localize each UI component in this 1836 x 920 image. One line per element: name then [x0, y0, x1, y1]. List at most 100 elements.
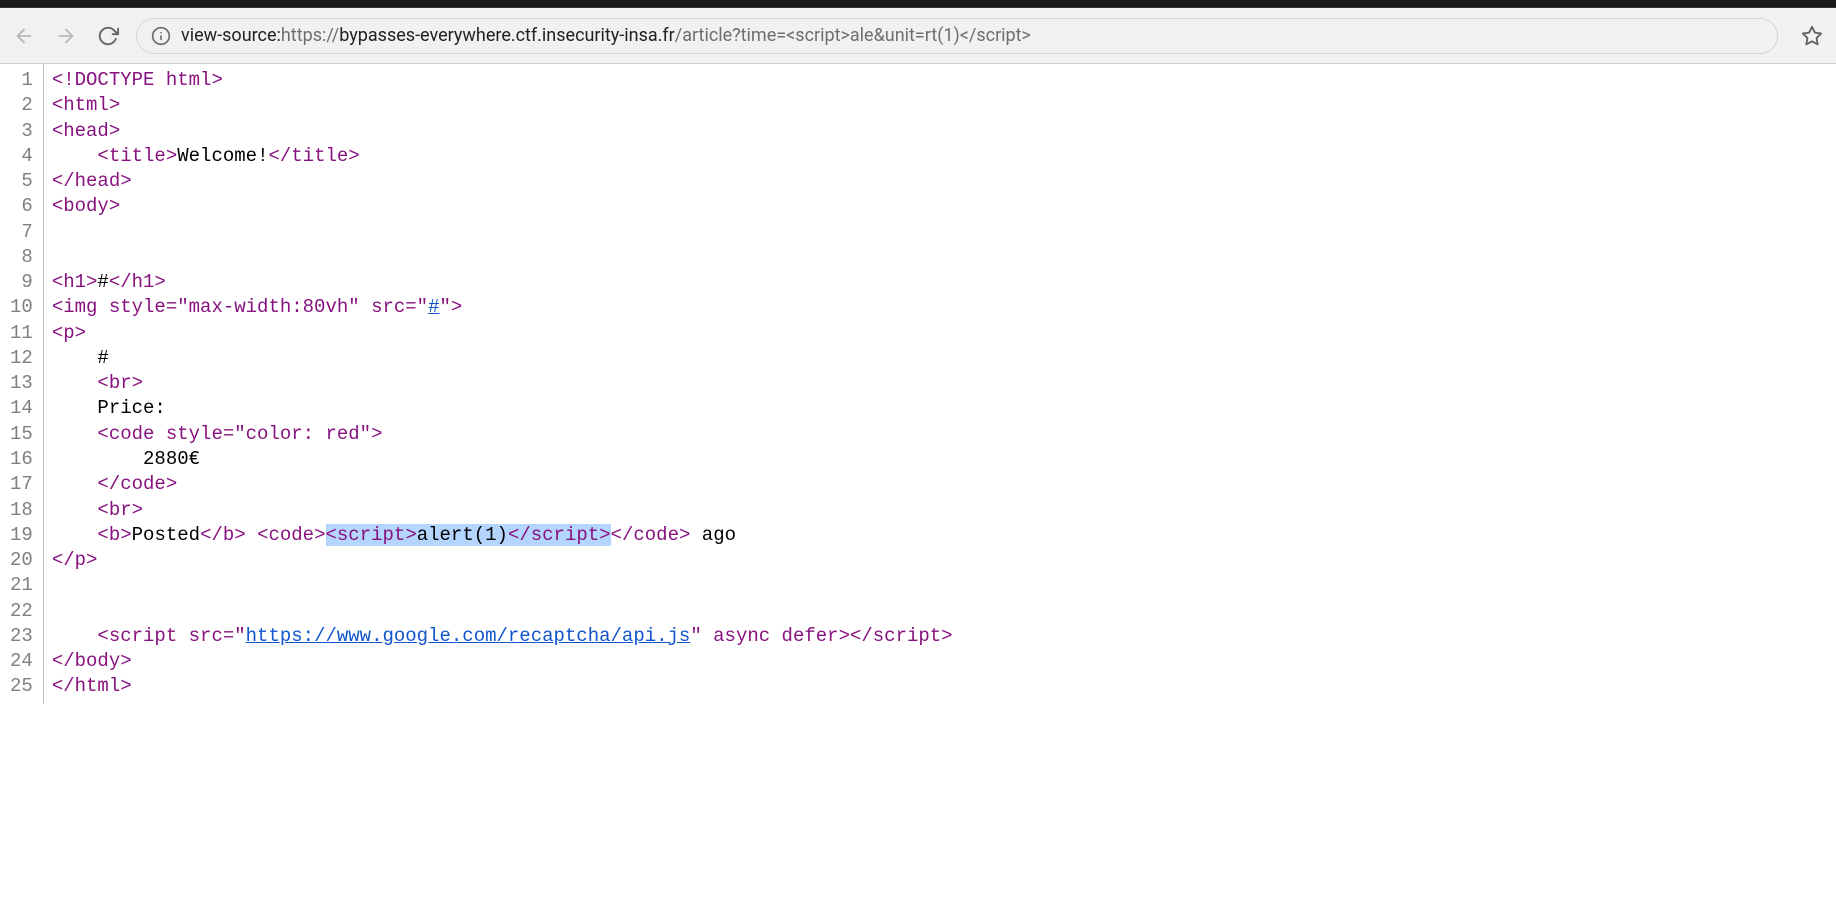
token: <html> — [52, 94, 120, 116]
token: <body> — [52, 195, 120, 217]
token: </body> — [52, 650, 132, 672]
source-line: <code style="color: red"> — [52, 422, 953, 447]
forward-button[interactable] — [52, 22, 80, 50]
token: # — [97, 271, 108, 293]
url-prefix: view-source: — [181, 25, 281, 46]
source-line: </code> — [52, 472, 953, 497]
source-line: <body> — [52, 194, 953, 219]
token: <br> — [97, 499, 143, 521]
token: </b> — [200, 524, 246, 546]
token — [246, 524, 257, 546]
arrow-right-icon — [55, 25, 77, 47]
url-bar[interactable]: view-source:https://bypasses-everywhere.… — [136, 18, 1778, 54]
token: https://www.google.com/recaptcha/api.js — [246, 625, 691, 647]
token — [52, 423, 98, 445]
source-line: <title>Welcome!</title> — [52, 144, 953, 169]
token: </p> — [52, 549, 98, 571]
token: <b> — [97, 524, 131, 546]
line-number: 10 — [10, 295, 37, 320]
line-number-gutter: 1234567891011121314151617181920212223242… — [0, 64, 44, 704]
line-number: 18 — [10, 498, 37, 523]
token: </script> — [508, 524, 611, 546]
browser-toolbar: view-source:https://bypasses-everywhere.… — [0, 8, 1836, 64]
line-number: 15 — [10, 422, 37, 447]
line-number: 5 — [10, 169, 37, 194]
token: " async defer></script> — [690, 625, 952, 647]
token: <script src=" — [97, 625, 245, 647]
line-number: 14 — [10, 396, 37, 421]
line-number: 22 — [10, 599, 37, 624]
token — [52, 499, 98, 521]
line-number: 6 — [10, 194, 37, 219]
line-number: 1 — [10, 68, 37, 93]
source-line: <br> — [52, 498, 953, 523]
source-line: <img style="max-width:80vh" src="#"> — [52, 295, 953, 320]
token: Price: — [52, 397, 166, 419]
source-line: <h1>#</h1> — [52, 270, 953, 295]
source-line: <html> — [52, 93, 953, 118]
token — [52, 372, 98, 394]
token: <title> — [97, 145, 177, 167]
token: # — [52, 347, 109, 369]
source-line — [52, 573, 953, 598]
source-line: <br> — [52, 371, 953, 396]
arrow-left-icon — [13, 25, 35, 47]
token: ago — [690, 524, 736, 546]
token: <!DOCTYPE html> — [52, 69, 223, 91]
line-number: 24 — [10, 649, 37, 674]
token: <h1> — [52, 271, 98, 293]
line-number: 16 — [10, 447, 37, 472]
token: </html> — [52, 675, 132, 697]
token: alert(1) — [417, 524, 508, 546]
token: <img style="max-width:80vh" src=" — [52, 296, 428, 318]
token: # — [428, 296, 439, 318]
line-number: 9 — [10, 270, 37, 295]
token: </title> — [268, 145, 359, 167]
line-number: 21 — [10, 573, 37, 598]
tab-strip — [0, 0, 1836, 8]
token: Posted — [132, 524, 200, 546]
source-line — [52, 245, 953, 270]
token: </code> — [611, 524, 691, 546]
token: "> — [439, 296, 462, 318]
token — [52, 625, 98, 647]
line-number: 20 — [10, 548, 37, 573]
line-number: 12 — [10, 346, 37, 371]
line-number: 11 — [10, 321, 37, 346]
token: <br> — [97, 372, 143, 394]
token: </h1> — [109, 271, 166, 293]
line-number: 25 — [10, 674, 37, 699]
source-content[interactable]: <!DOCTYPE html> <html> <head> <title>Welco… — [44, 64, 961, 704]
token — [52, 145, 98, 167]
url-text: view-source:https://bypasses-everywhere.… — [181, 25, 1031, 46]
token — [52, 473, 98, 495]
url-host: bypasses-everywhere.ctf.insecurity-insa.… — [339, 25, 675, 46]
token: </head> — [52, 170, 132, 192]
source-line: </html> — [52, 674, 953, 699]
info-icon[interactable] — [151, 26, 171, 46]
reload-icon — [97, 25, 119, 47]
line-number: 17 — [10, 472, 37, 497]
line-number: 13 — [10, 371, 37, 396]
source-line: # — [52, 346, 953, 371]
bookmark-button[interactable] — [1798, 22, 1826, 50]
source-line: <!DOCTYPE html> — [52, 68, 953, 93]
source-line — [52, 599, 953, 624]
source-line: <p> — [52, 321, 953, 346]
source-line — [52, 220, 953, 245]
source-line: </head> — [52, 169, 953, 194]
token: 2880€ — [52, 448, 200, 470]
token: </code> — [97, 473, 177, 495]
line-number: 4 — [10, 144, 37, 169]
source-viewer: 1234567891011121314151617181920212223242… — [0, 64, 1836, 704]
back-button[interactable] — [10, 22, 38, 50]
reload-button[interactable] — [94, 22, 122, 50]
star-icon — [1801, 25, 1823, 47]
token: Welcome! — [177, 145, 268, 167]
line-number: 8 — [10, 245, 37, 270]
line-number: 7 — [10, 220, 37, 245]
token: <code style="color: red"> — [97, 423, 382, 445]
token: <head> — [52, 120, 120, 142]
source-line: </body> — [52, 649, 953, 674]
url-path: /article?time=<script>ale&unit=rt(1)</sc… — [675, 25, 1031, 46]
